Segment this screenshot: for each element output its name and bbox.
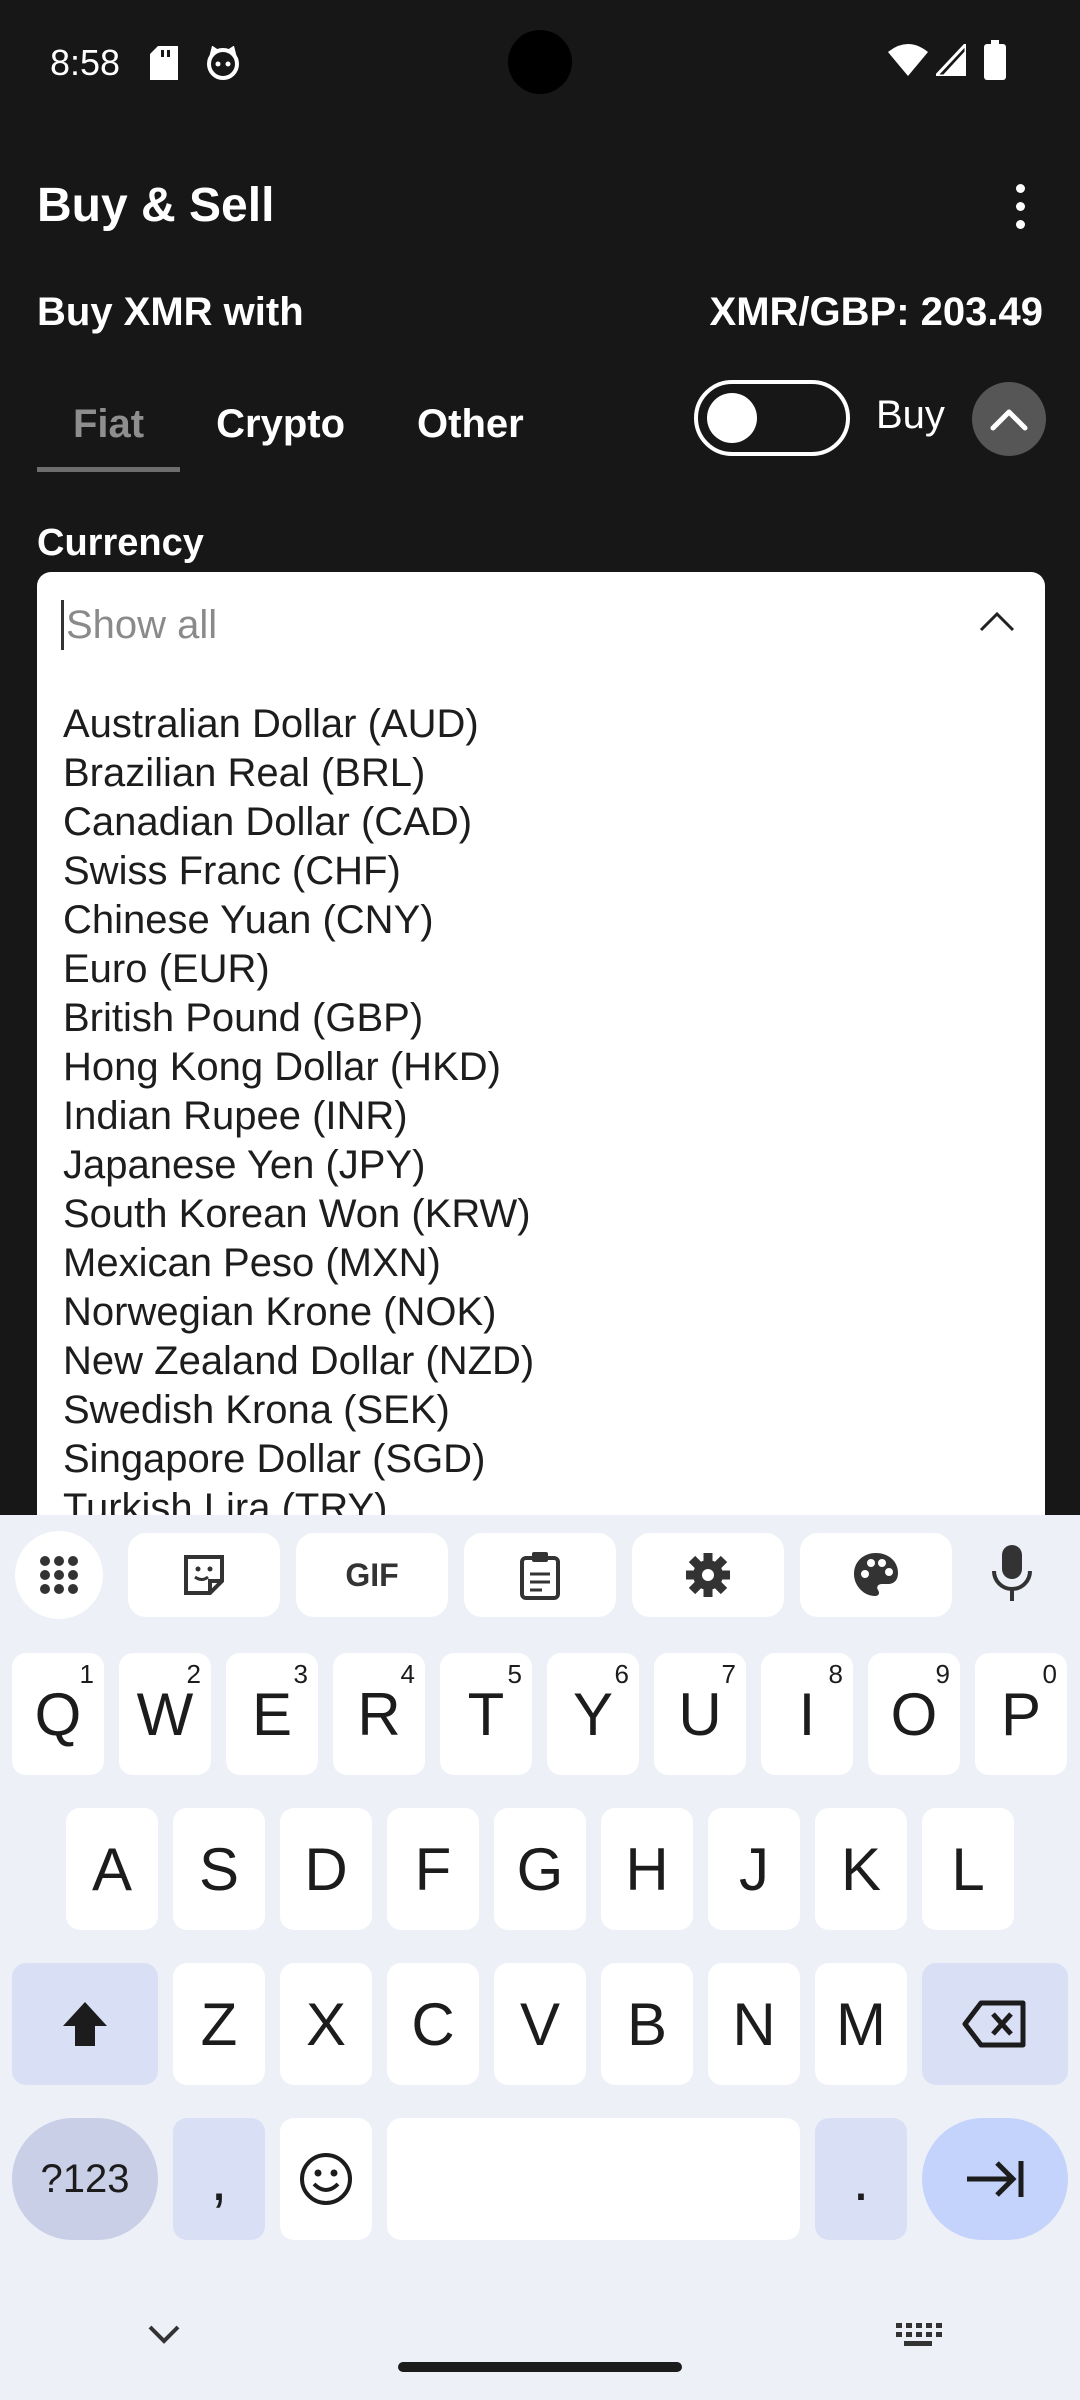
wifi-icon bbox=[888, 44, 928, 81]
key-t[interactable]: T5 bbox=[440, 1653, 532, 1775]
clipboard-icon[interactable] bbox=[464, 1533, 616, 1617]
backspace-icon bbox=[962, 2000, 1026, 2048]
key-f[interactable]: F bbox=[387, 1808, 479, 1930]
microphone-icon[interactable] bbox=[990, 1543, 1034, 1608]
currency-list: Australian Dollar (AUD) Brazilian Real (… bbox=[63, 700, 534, 1533]
gif-button[interactable]: GIF bbox=[296, 1533, 448, 1617]
cat-icon bbox=[205, 45, 241, 85]
key-s[interactable]: S bbox=[173, 1808, 265, 1930]
tab-other[interactable]: Other bbox=[381, 380, 560, 472]
key-k[interactable]: K bbox=[815, 1808, 907, 1930]
buy-with-label: Buy XMR with bbox=[37, 290, 304, 334]
emoji-icon bbox=[300, 2153, 352, 2205]
key-a[interactable]: A bbox=[66, 1808, 158, 1930]
list-item[interactable]: Swedish Krona (SEK) bbox=[63, 1386, 534, 1435]
key-v[interactable]: V bbox=[494, 1963, 586, 2085]
list-item[interactable]: Canadian Dollar (CAD) bbox=[63, 798, 534, 847]
list-item[interactable]: Singapore Dollar (SGD) bbox=[63, 1435, 534, 1484]
gif-label: GIF bbox=[345, 1556, 399, 1593]
sticker-icon[interactable] bbox=[128, 1533, 280, 1617]
payment-type-tabs: Fiat Crypto Other bbox=[37, 380, 560, 472]
list-item[interactable]: Australian Dollar (AUD) bbox=[63, 700, 534, 749]
mode-label: Buy bbox=[876, 393, 945, 437]
hide-keyboard-icon[interactable] bbox=[146, 2323, 182, 2352]
key-h[interactable]: H bbox=[601, 1808, 693, 1930]
list-item[interactable]: New Zealand Dollar (NZD) bbox=[63, 1337, 534, 1386]
camera-cutout bbox=[508, 30, 572, 94]
list-item[interactable]: Hong Kong Dollar (HKD) bbox=[63, 1043, 534, 1092]
chevron-up-icon[interactable] bbox=[977, 602, 1017, 647]
list-item[interactable]: Mexican Peso (MXN) bbox=[63, 1239, 534, 1288]
list-item[interactable]: Brazilian Real (BRL) bbox=[63, 749, 534, 798]
list-item[interactable]: Chinese Yuan (CNY) bbox=[63, 896, 534, 945]
shift-icon bbox=[63, 2002, 107, 2046]
apps-grid-icon[interactable] bbox=[15, 1531, 103, 1619]
key-b[interactable]: B bbox=[601, 1963, 693, 2085]
exchange-rate: XMR/GBP: 203.49 bbox=[709, 290, 1043, 334]
key-n[interactable]: N bbox=[708, 1963, 800, 2085]
shift-key[interactable] bbox=[12, 1963, 158, 2085]
list-item[interactable]: Euro (EUR) bbox=[63, 945, 534, 994]
keyboard-switch-icon[interactable] bbox=[894, 2321, 942, 2354]
symbols-key[interactable]: ?123 bbox=[12, 2118, 158, 2240]
list-item[interactable]: Japanese Yen (JPY) bbox=[63, 1141, 534, 1190]
key-u[interactable]: U7 bbox=[654, 1653, 746, 1775]
tab-arrow-icon bbox=[967, 2161, 1024, 2197]
period-key[interactable]: . bbox=[815, 2118, 907, 2240]
key-q[interactable]: Q1 bbox=[12, 1653, 104, 1775]
key-d[interactable]: D bbox=[280, 1808, 372, 1930]
currency-dropdown: Australian Dollar (AUD) Brazilian Real (… bbox=[37, 572, 1045, 1572]
key-l[interactable]: L bbox=[922, 1808, 1014, 1930]
key-r[interactable]: R4 bbox=[333, 1653, 425, 1775]
list-item[interactable]: British Pound (GBP) bbox=[63, 994, 534, 1043]
key-z[interactable]: Z bbox=[173, 1963, 265, 2085]
key-m[interactable]: M bbox=[815, 1963, 907, 2085]
battery-icon bbox=[984, 40, 1006, 85]
key-o[interactable]: O9 bbox=[868, 1653, 960, 1775]
signal-icon bbox=[932, 40, 968, 81]
key-j[interactable]: J bbox=[708, 1808, 800, 1930]
currency-search-row bbox=[37, 572, 1045, 672]
currency-label: Currency bbox=[37, 522, 204, 564]
list-item[interactable]: Indian Rupee (INR) bbox=[63, 1092, 534, 1141]
home-indicator[interactable] bbox=[398, 2362, 682, 2372]
tab-fiat[interactable]: Fiat bbox=[37, 380, 181, 472]
backspace-key[interactable] bbox=[922, 1963, 1068, 2085]
key-x[interactable]: X bbox=[280, 1963, 372, 2085]
tab-crypto[interactable]: Crypto bbox=[180, 380, 381, 472]
emoji-key[interactable] bbox=[280, 2118, 372, 2240]
key-w[interactable]: W2 bbox=[119, 1653, 211, 1775]
comma-key[interactable]: , bbox=[173, 2118, 265, 2240]
toggle-knob bbox=[707, 393, 757, 443]
key-c[interactable]: C bbox=[387, 1963, 479, 2085]
more-vertical-icon[interactable] bbox=[1000, 180, 1040, 236]
status-bar: 8:58 bbox=[0, 0, 1080, 130]
sd-card-icon bbox=[150, 46, 178, 85]
space-key[interactable] bbox=[387, 2118, 800, 2240]
key-g[interactable]: G bbox=[494, 1808, 586, 1930]
key-y[interactable]: Y6 bbox=[547, 1653, 639, 1775]
settings-icon[interactable] bbox=[632, 1533, 784, 1617]
key-p[interactable]: P0 bbox=[975, 1653, 1067, 1775]
currency-search-input[interactable] bbox=[61, 600, 861, 650]
page-title: Buy & Sell bbox=[37, 179, 275, 232]
collapse-button[interactable] bbox=[972, 382, 1046, 456]
list-item[interactable]: South Korean Won (KRW) bbox=[63, 1190, 534, 1239]
list-item[interactable]: Norwegian Krone (NOK) bbox=[63, 1288, 534, 1337]
key-e[interactable]: E3 bbox=[226, 1653, 318, 1775]
chevron-up-icon bbox=[990, 409, 1028, 431]
key-i[interactable]: I8 bbox=[761, 1653, 853, 1775]
list-item[interactable]: Swiss Franc (CHF) bbox=[63, 847, 534, 896]
buy-sell-toggle[interactable] bbox=[694, 380, 850, 456]
soft-keyboard: GIF Q1 W2 E3 R4 T5 Y6 U7 I8 O9 P0 A S D … bbox=[0, 1515, 1080, 2400]
enter-key[interactable] bbox=[922, 2118, 1068, 2240]
palette-icon[interactable] bbox=[800, 1533, 952, 1617]
status-time: 8:58 bbox=[50, 42, 121, 83]
